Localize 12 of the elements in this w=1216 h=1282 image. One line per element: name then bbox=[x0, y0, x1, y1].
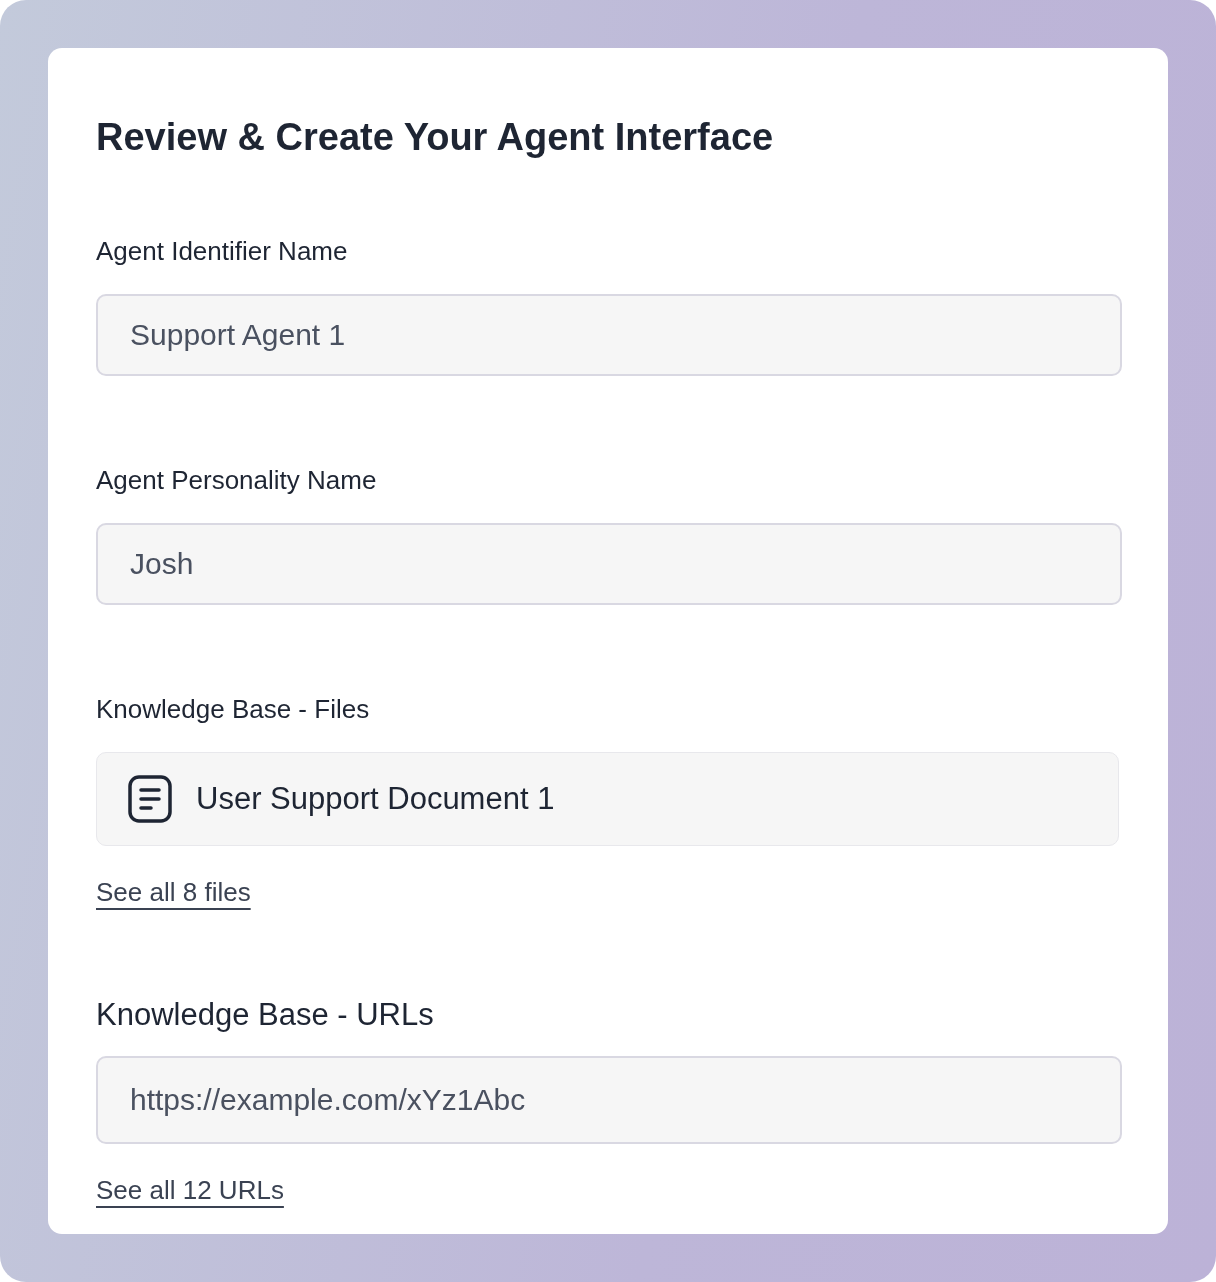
field-label: Agent Identifier Name bbox=[96, 235, 348, 267]
field-label: Knowledge Base - URLs bbox=[96, 996, 434, 1034]
see-all-link[interactable]: See all 8 files bbox=[96, 876, 251, 908]
input-field[interactable]: Josh bbox=[96, 523, 1122, 605]
document-icon bbox=[128, 775, 172, 823]
input-field[interactable]: Support Agent 1 bbox=[96, 294, 1122, 376]
file-item[interactable]: User Support Document 1 bbox=[96, 752, 1119, 846]
field-label: Knowledge Base - Files bbox=[96, 693, 370, 725]
page-title: Review & Create Your Agent Interface bbox=[96, 115, 775, 160]
see-all-link[interactable]: See all 12 URLs bbox=[96, 1174, 284, 1206]
field-label: Agent Personality Name bbox=[96, 464, 377, 496]
input-field[interactable]: https://example.com/xYz1Abc bbox=[96, 1056, 1122, 1144]
